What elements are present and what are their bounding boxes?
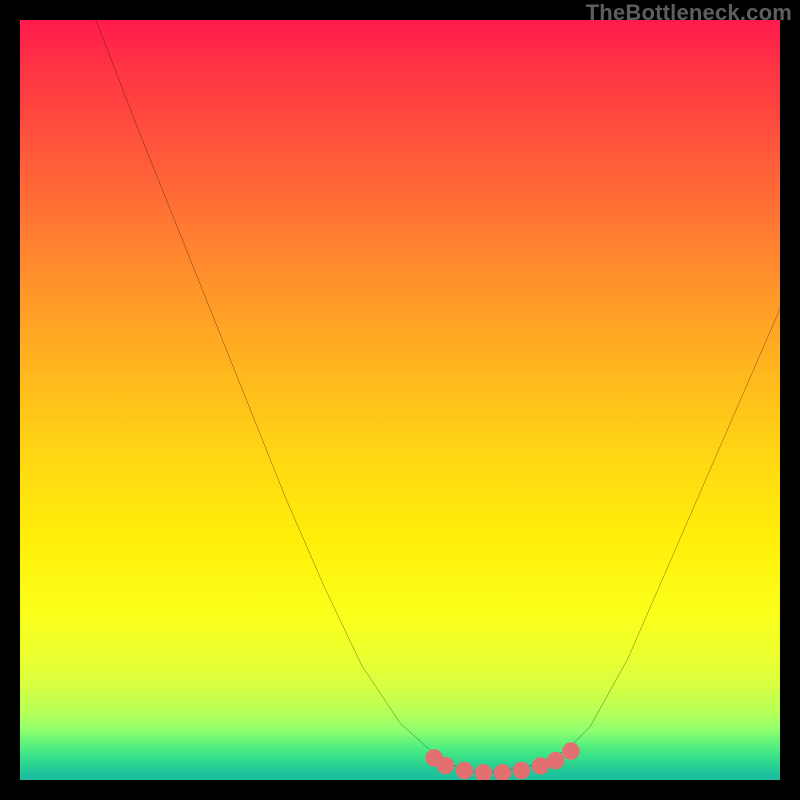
- highlight-dot: [494, 764, 511, 780]
- highlight-dot: [547, 752, 564, 769]
- highlight-dots: [425, 742, 579, 780]
- chart-plot-area: [20, 20, 780, 780]
- highlight-dot: [437, 757, 454, 774]
- bottleneck-curve: [20, 20, 780, 780]
- highlight-dot: [456, 762, 473, 779]
- curve-path: [96, 20, 780, 772]
- highlight-dot: [532, 757, 549, 774]
- chart-frame: TheBottleneck.com: [0, 0, 800, 800]
- highlight-dot: [562, 742, 579, 759]
- highlight-dot: [513, 762, 530, 779]
- watermark-text: TheBottleneck.com: [586, 0, 792, 26]
- highlight-dot: [475, 764, 492, 780]
- highlight-dot: [425, 749, 442, 766]
